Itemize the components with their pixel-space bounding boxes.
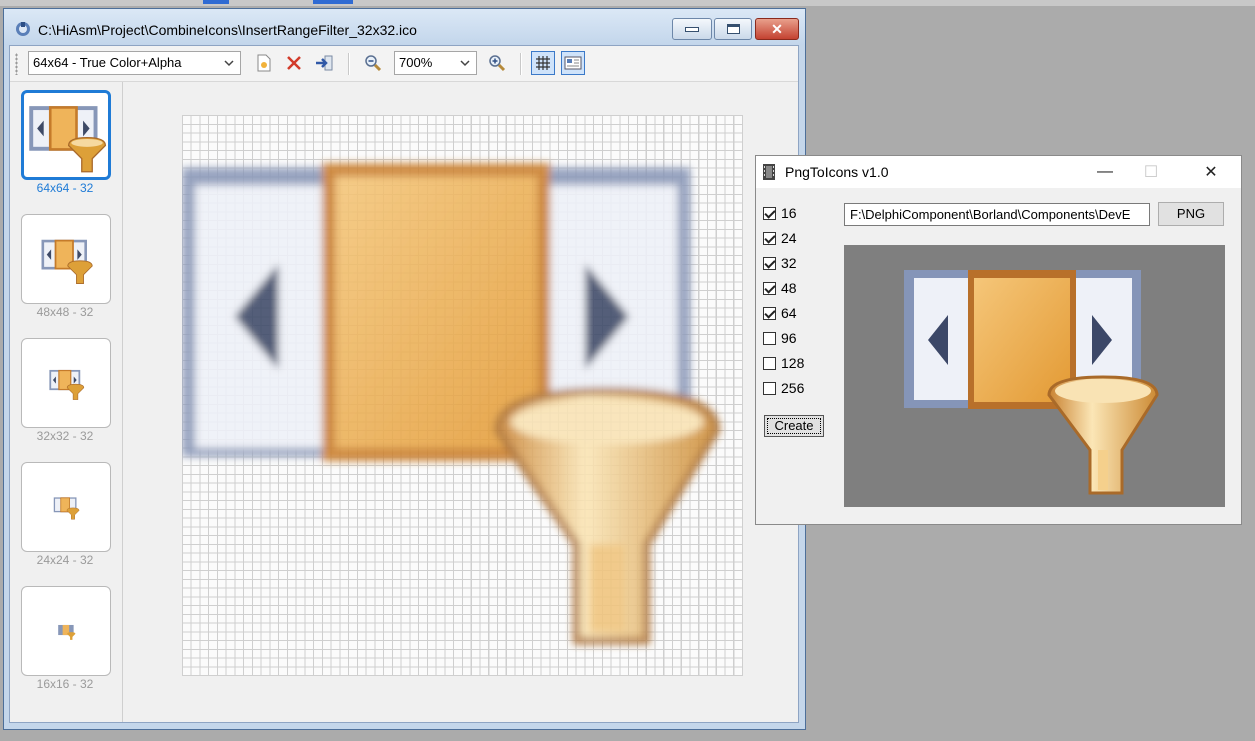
icon-preview bbox=[844, 245, 1225, 507]
delete-button[interactable] bbox=[282, 51, 306, 75]
taskbar-marker bbox=[203, 0, 229, 4]
format-select[interactable]: 64x64 - True Color+Alpha bbox=[28, 51, 241, 75]
size-checkbox-256[interactable]: 256 bbox=[763, 378, 804, 398]
title-bar[interactable]: C:\HiAsm\Project\CombineIcons\InsertRang… bbox=[4, 9, 805, 45]
checkbox[interactable] bbox=[763, 206, 776, 220]
insert-range-filter-icon bbox=[41, 239, 93, 284]
toolbar: 64x64 - True Color+Alpha 700% bbox=[10, 46, 798, 82]
chevron-down-icon bbox=[224, 60, 234, 67]
import-icon bbox=[316, 55, 333, 71]
checkbox-label: 64 bbox=[781, 305, 797, 321]
format-select-value: 64x64 - True Color+Alpha bbox=[33, 55, 182, 70]
thumbnail-48x48[interactable] bbox=[21, 214, 111, 304]
window-title: C:\HiAsm\Project\CombineIcons\InsertRang… bbox=[38, 22, 417, 38]
zoom-in-icon bbox=[489, 55, 506, 72]
checkbox-label: 256 bbox=[781, 380, 805, 396]
size-checkbox-128[interactable]: 128 bbox=[763, 353, 804, 373]
insert-range-filter-icon bbox=[29, 106, 107, 173]
insert-range-filter-icon bbox=[904, 270, 1159, 495]
checkbox-label: 96 bbox=[781, 330, 797, 346]
enlarged-icon-image bbox=[182, 163, 721, 645]
thumbnail-64x64[interactable] bbox=[21, 90, 111, 180]
png-path-input[interactable]: F:\DelphiComponent\Borland\Components\De… bbox=[844, 203, 1150, 226]
minimize-button[interactable]: — bbox=[1082, 156, 1128, 188]
size-checkbox-48[interactable]: 48 bbox=[763, 278, 797, 298]
icon-editor-window: C:\HiAsm\Project\CombineIcons\InsertRang… bbox=[3, 8, 806, 730]
title-bar[interactable]: PngToIcons v1.0 — ☐ ✕ bbox=[756, 156, 1241, 188]
insert-range-filter-icon bbox=[49, 369, 85, 400]
checkbox[interactable] bbox=[763, 356, 776, 370]
thumbnail-24x24[interactable] bbox=[21, 462, 111, 552]
maximize-icon bbox=[726, 24, 740, 34]
film-icon bbox=[763, 164, 775, 180]
grid-toggle-button[interactable] bbox=[531, 51, 555, 75]
size-checkbox-24[interactable]: 24 bbox=[763, 228, 797, 248]
thumbnail-label: 64x64 - 32 bbox=[36, 181, 94, 195]
zoom-select[interactable]: 700% bbox=[394, 51, 477, 75]
checkbox[interactable] bbox=[763, 281, 776, 295]
minimize-button[interactable] bbox=[672, 18, 712, 40]
zoom-in-button[interactable] bbox=[485, 51, 509, 75]
maximize-icon: ☐ bbox=[1143, 164, 1159, 181]
size-checkbox-96[interactable]: 96 bbox=[763, 328, 797, 348]
chevron-down-icon bbox=[460, 60, 470, 67]
thumbnail-label: 24x24 - 32 bbox=[36, 553, 94, 567]
close-button[interactable]: ✕ bbox=[755, 18, 799, 40]
checkbox[interactable] bbox=[763, 231, 776, 245]
create-button[interactable]: Create bbox=[764, 415, 824, 437]
size-checkbox-16[interactable]: 16 bbox=[763, 203, 797, 223]
grid-icon bbox=[536, 56, 550, 70]
editor-area bbox=[123, 82, 798, 722]
maximize-button: ☐ bbox=[1128, 156, 1174, 188]
close-button[interactable]: ✕ bbox=[1188, 156, 1234, 188]
checkbox[interactable] bbox=[763, 306, 776, 320]
app-icon bbox=[16, 22, 30, 36]
minimize-icon: — bbox=[1097, 163, 1113, 180]
zoom-select-value: 700% bbox=[399, 55, 433, 70]
thumbnail-32x32[interactable] bbox=[21, 338, 111, 428]
minimize-icon bbox=[685, 26, 699, 32]
png-to-icons-window: PngToIcons v1.0 — ☐ ✕ 16 24 32 48 64 96 … bbox=[755, 155, 1242, 525]
thumbnail-label: 32x32 - 32 bbox=[36, 429, 94, 443]
checkbox-label: 16 bbox=[781, 205, 797, 221]
size-list-panel: 64x64 - 32 48x48 - 32 32x32 - 32 24x24 -… bbox=[10, 82, 123, 722]
toolbar-separator bbox=[348, 53, 350, 75]
checkbox-label: 24 bbox=[781, 230, 797, 246]
maximize-button[interactable] bbox=[714, 18, 752, 40]
close-icon: ✕ bbox=[1204, 164, 1218, 181]
checkbox[interactable] bbox=[763, 331, 776, 345]
window-title: PngToIcons v1.0 bbox=[785, 164, 889, 180]
preview-icon bbox=[564, 56, 582, 70]
zoom-out-button[interactable] bbox=[361, 51, 385, 75]
new-icon bbox=[257, 54, 271, 72]
png-browse-button[interactable]: PNG bbox=[1158, 202, 1224, 226]
thumbnail-label: 16x16 - 32 bbox=[36, 677, 94, 691]
thumbnail-label: 48x48 - 32 bbox=[36, 305, 94, 319]
checkbox-label: 128 bbox=[781, 355, 805, 371]
zoom-out-icon bbox=[365, 55, 382, 72]
thumbnail-16x16[interactable] bbox=[21, 586, 111, 676]
delete-icon bbox=[287, 56, 301, 70]
pixel-canvas[interactable] bbox=[182, 115, 743, 676]
desktop-top-strip bbox=[0, 0, 1255, 6]
toolbar-grip-icon[interactable] bbox=[15, 53, 18, 75]
close-icon: ✕ bbox=[771, 20, 783, 37]
checkbox[interactable] bbox=[763, 381, 776, 395]
checkbox-label: 48 bbox=[781, 280, 797, 296]
taskbar-marker bbox=[313, 0, 353, 4]
size-checkbox-32[interactable]: 32 bbox=[763, 253, 797, 273]
insert-range-filter-icon bbox=[53, 497, 80, 520]
insert-range-filter-icon bbox=[58, 624, 76, 640]
size-checkbox-64[interactable]: 64 bbox=[763, 303, 797, 323]
toolbar-separator bbox=[520, 53, 522, 75]
preview-toggle-button[interactable] bbox=[561, 51, 585, 75]
client-area: 64x64 - True Color+Alpha 700% 64x64 - 32… bbox=[9, 45, 799, 723]
checkbox[interactable] bbox=[763, 256, 776, 270]
new-icon-button[interactable] bbox=[252, 51, 276, 75]
checkbox-label: 32 bbox=[781, 255, 797, 271]
import-button[interactable] bbox=[312, 51, 336, 75]
